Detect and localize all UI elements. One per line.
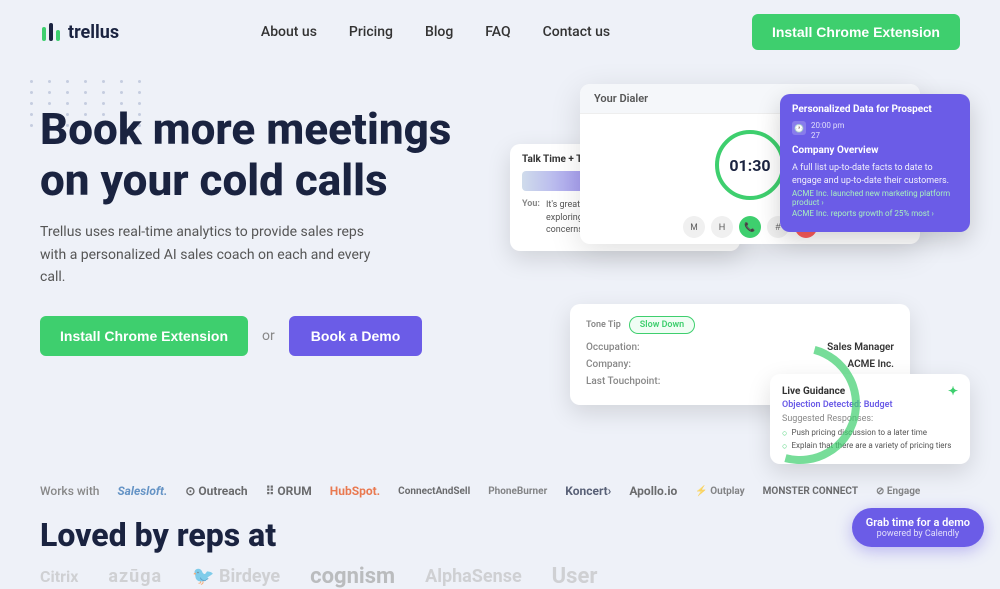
loved-by-title: Loved by reps at	[40, 516, 960, 554]
company-overview-text: A full list up-to-date facts to date to …	[792, 162, 958, 187]
company-link1[interactable]: ACME Inc. launched new marketing platfor…	[792, 189, 958, 207]
hero-left: Book more meetings on your cold calls Tr…	[40, 84, 500, 356]
dialer-mute-btn[interactable]: M	[683, 216, 705, 238]
company-cognism: cognism	[310, 564, 395, 589]
partner-connectandsell: ConnectAndSell	[398, 486, 470, 497]
tone-tip-row: Tone Tip Slow Down	[586, 316, 894, 334]
company-birdeye: 🐦 Birdeye	[192, 566, 280, 587]
loved-by-section: Loved by reps at Citrix azūga 🐦 Birdeye …	[0, 498, 1000, 589]
logo-icon	[40, 21, 62, 43]
transcript-you-label: You:	[522, 199, 540, 237]
works-with-label: Works with	[40, 484, 99, 498]
hero-mockup: Talk Time + Transcript You: It's great t…	[520, 84, 960, 474]
partner-salesloft: Salesloft.	[117, 484, 167, 498]
company-overview-label: Company Overview	[792, 145, 958, 156]
partner-apollo: Apollo.io	[629, 484, 677, 498]
company-link2[interactable]: ACME Inc. reports growth of 25% most ›	[792, 209, 958, 218]
nav-contact[interactable]: Contact us	[543, 24, 611, 40]
nav-install-button[interactable]: Install Chrome Extension	[752, 14, 960, 50]
dialer-hold-btn[interactable]: H	[711, 216, 733, 238]
prospect-company-row: Company Overview A full list up-to-date …	[792, 145, 958, 218]
partner-phoneburner: PhoneBurner	[488, 486, 547, 497]
company-user: User	[552, 564, 598, 589]
logo[interactable]: trellus	[40, 21, 119, 43]
touchpoint-label: Last Touchpoint:	[586, 376, 660, 387]
cta-or-text: or	[262, 328, 275, 344]
tone-badge: Slow Down	[629, 316, 695, 334]
hero-demo-button[interactable]: Book a Demo	[289, 316, 422, 356]
hero-title-line1: Book more meetings	[40, 103, 451, 155]
partners-section: Works with Salesloft. ⊙ Outreach ⠿ ORUM …	[0, 474, 1000, 498]
hero-section: Book more meetings on your cold calls Tr…	[0, 64, 1000, 474]
occupation-label: Occupation:	[586, 342, 640, 353]
partner-outplay: ⚡ Outplay	[695, 486, 744, 497]
partners-row: Works with Salesloft. ⊙ Outreach ⠿ ORUM …	[40, 484, 960, 498]
hero-cta: Install Chrome Extension or Book a Demo	[40, 316, 500, 356]
partner-hubspot: HubSpot.	[330, 484, 380, 498]
nav-faq[interactable]: FAQ	[485, 24, 510, 40]
nav-blog[interactable]: Blog	[425, 24, 453, 40]
timer-display: 01:30	[715, 130, 785, 200]
tone-tip-label: Tone Tip	[586, 320, 621, 330]
logo-text: trellus	[68, 22, 119, 43]
prospect-time-icon: 🕐	[792, 121, 806, 135]
occupation-value: Sales Manager	[827, 342, 894, 353]
nav-pricing[interactable]: Pricing	[349, 24, 393, 40]
prospect-card-title: Personalized Data for Prospect	[792, 104, 958, 115]
company-label: Company:	[586, 359, 631, 370]
nav-about[interactable]: About us	[261, 24, 317, 40]
hero-title-line2: on your cold calls	[40, 154, 388, 206]
company-logos-row: Citrix azūga 🐦 Birdeye cognism AlphaSens…	[40, 564, 960, 589]
dialer-call-btn[interactable]: 📞	[739, 216, 761, 238]
guidance-star-icon: ✦	[948, 384, 958, 398]
company-alphasense: AlphaSense	[425, 566, 522, 587]
hero-subtitle: Trellus uses real-time analytics to prov…	[40, 221, 380, 288]
calendly-line2: powered by Calendly	[866, 529, 970, 539]
company-citrix: Citrix	[40, 567, 78, 586]
company-value: ACME Inc.	[847, 359, 894, 370]
prospect-card: Personalized Data for Prospect 🕐 20:00 p…	[780, 94, 970, 232]
partner-engage: ⊘ Engage	[876, 486, 920, 497]
company-azuga: azūga	[108, 566, 162, 587]
partner-outreach: ⊙ Outreach	[185, 484, 247, 498]
occupation-row: Occupation: Sales Manager	[586, 342, 894, 353]
hero-title: Book more meetings on your cold calls	[40, 104, 500, 205]
calendly-line1[interactable]: Grab time for a demo	[866, 516, 970, 529]
navbar: trellus About us Pricing Blog FAQ Contac…	[0, 0, 1000, 64]
prospect-time-text: 20:00 pm27	[811, 121, 844, 141]
hero-install-button[interactable]: Install Chrome Extension	[40, 316, 248, 356]
partner-koncert: Koncert›	[565, 484, 611, 498]
partner-monster: MONSTER CONNECT	[763, 486, 858, 497]
partner-orum: ⠿ ORUM	[266, 484, 312, 498]
prospect-time-row: 🕐 20:00 pm27	[792, 121, 958, 141]
calendly-button[interactable]: Grab time for a demo powered by Calendly	[852, 508, 984, 547]
nav-links: About us Pricing Blog FAQ Contact us	[261, 24, 610, 40]
